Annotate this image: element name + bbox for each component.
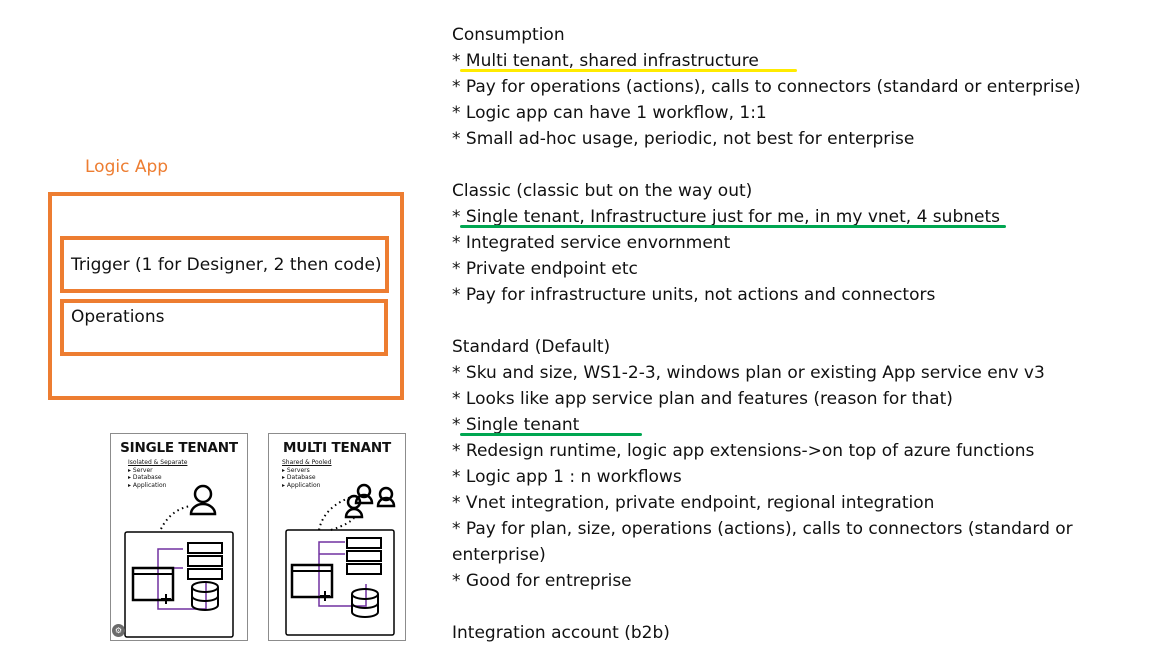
multi-tenant-card: MULTI TENANT Shared & Pooled ▸ Servers ▸… bbox=[268, 433, 406, 641]
user-icon bbox=[193, 484, 213, 504]
server-icon bbox=[346, 563, 382, 575]
green-highlight bbox=[460, 225, 1006, 228]
user-icon bbox=[344, 507, 364, 519]
operations-box: Operations bbox=[60, 299, 388, 356]
trigger-box: Trigger (1 for Designer, 2 then code) bbox=[60, 236, 389, 293]
user-icon bbox=[376, 496, 396, 508]
section-heading-consumption: Consumption bbox=[452, 25, 565, 45]
plus-icon bbox=[320, 591, 330, 601]
server-icon bbox=[187, 568, 223, 580]
server-icon bbox=[187, 555, 223, 567]
note-line: * Integrated service envornment bbox=[452, 233, 731, 253]
logic-app-box bbox=[48, 192, 404, 400]
database-icon bbox=[351, 588, 379, 600]
plus-icon bbox=[161, 594, 171, 604]
note-line: * Pay for infrastructure units, not acti… bbox=[452, 285, 936, 305]
single-tenant-illustration bbox=[124, 484, 234, 638]
section-heading-integration: Integration account (b2b) bbox=[452, 623, 670, 643]
single-tenant-card: SINGLE TENANT Isolated & Separate ▸ Serv… bbox=[110, 433, 248, 641]
note-line: * Looks like app service plan and featur… bbox=[452, 389, 953, 409]
user-icon bbox=[189, 502, 217, 516]
server-icon bbox=[346, 537, 382, 549]
section-heading-standard: Standard (Default) bbox=[452, 337, 611, 357]
note-line: * Private endpoint etc bbox=[452, 259, 638, 279]
yellow-highlight bbox=[460, 69, 797, 72]
database-icon bbox=[191, 581, 219, 593]
note-line: * Redesign runtime, logic app extensions… bbox=[452, 441, 1035, 461]
note-line: * Vnet integration, private endpoint, re… bbox=[452, 493, 935, 513]
note-line: * Small ad-hoc usage, periodic, not best… bbox=[452, 129, 915, 149]
logic-app-title: Logic App bbox=[85, 157, 169, 177]
settings-corner-icon[interactable]: ⚙ bbox=[112, 624, 125, 637]
green-highlight bbox=[460, 433, 642, 436]
note-line: * Pay for operations (actions), calls to… bbox=[452, 77, 1081, 97]
server-icon bbox=[187, 542, 223, 554]
section-heading-classic: Classic (classic but on the way out) bbox=[452, 181, 753, 201]
notes-panel: Consumption * Multi tenant, shared infra… bbox=[452, 22, 1092, 646]
note-line: * Pay for plan, size, operations (action… bbox=[452, 519, 1073, 565]
multi-tenant-illustration bbox=[285, 483, 396, 636]
note-line: * Logic app 1 : n workflows bbox=[452, 467, 682, 487]
note-line: * Logic app can have 1 workflow, 1:1 bbox=[452, 103, 767, 123]
server-icon bbox=[346, 550, 382, 562]
note-line: * Sku and size, WS1-2-3, windows plan or… bbox=[452, 363, 1045, 383]
note-line: * Good for entreprise bbox=[452, 571, 632, 591]
